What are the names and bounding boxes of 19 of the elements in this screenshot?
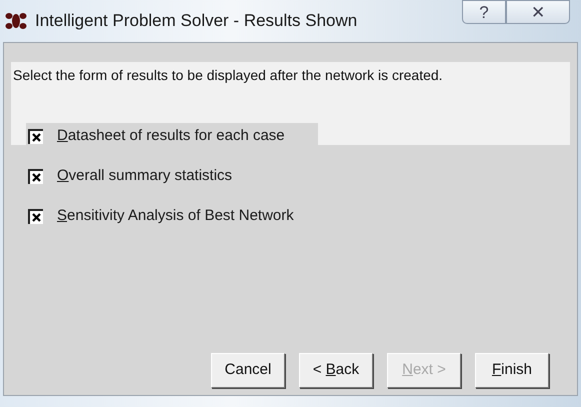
option-label: Sensitivity Analysis of Best Network: [57, 206, 294, 226]
cross-mark-icon: [32, 172, 41, 182]
checkbox[interactable]: [28, 168, 43, 184]
app-icon: [5, 12, 27, 30]
option-label: Datasheet of results for each case: [57, 126, 285, 146]
instruction-text: Select the form of results to be displayed after the network is created.: [12, 66, 444, 85]
close-button[interactable]: ✕: [506, 0, 570, 24]
option-row[interactable]: Sensitivity Analysis of Best Network: [26, 203, 302, 229]
window-title: Intelligent Problem Solver - Results Shown: [35, 10, 358, 32]
option-label: Overall summary statistics: [57, 166, 232, 186]
wizard-button[interactable]: Finish: [475, 353, 549, 388]
option-row[interactable]: Overall summary statistics: [26, 163, 240, 189]
cross-mark-icon: [32, 212, 41, 222]
checkbox[interactable]: [28, 208, 43, 224]
wizard-button[interactable]: Cancel: [211, 353, 285, 388]
checkbox[interactable]: [28, 128, 43, 144]
cross-mark-icon: [32, 132, 41, 142]
wizard-button[interactable]: < Back: [299, 353, 373, 388]
help-button[interactable]: ?: [462, 0, 506, 24]
